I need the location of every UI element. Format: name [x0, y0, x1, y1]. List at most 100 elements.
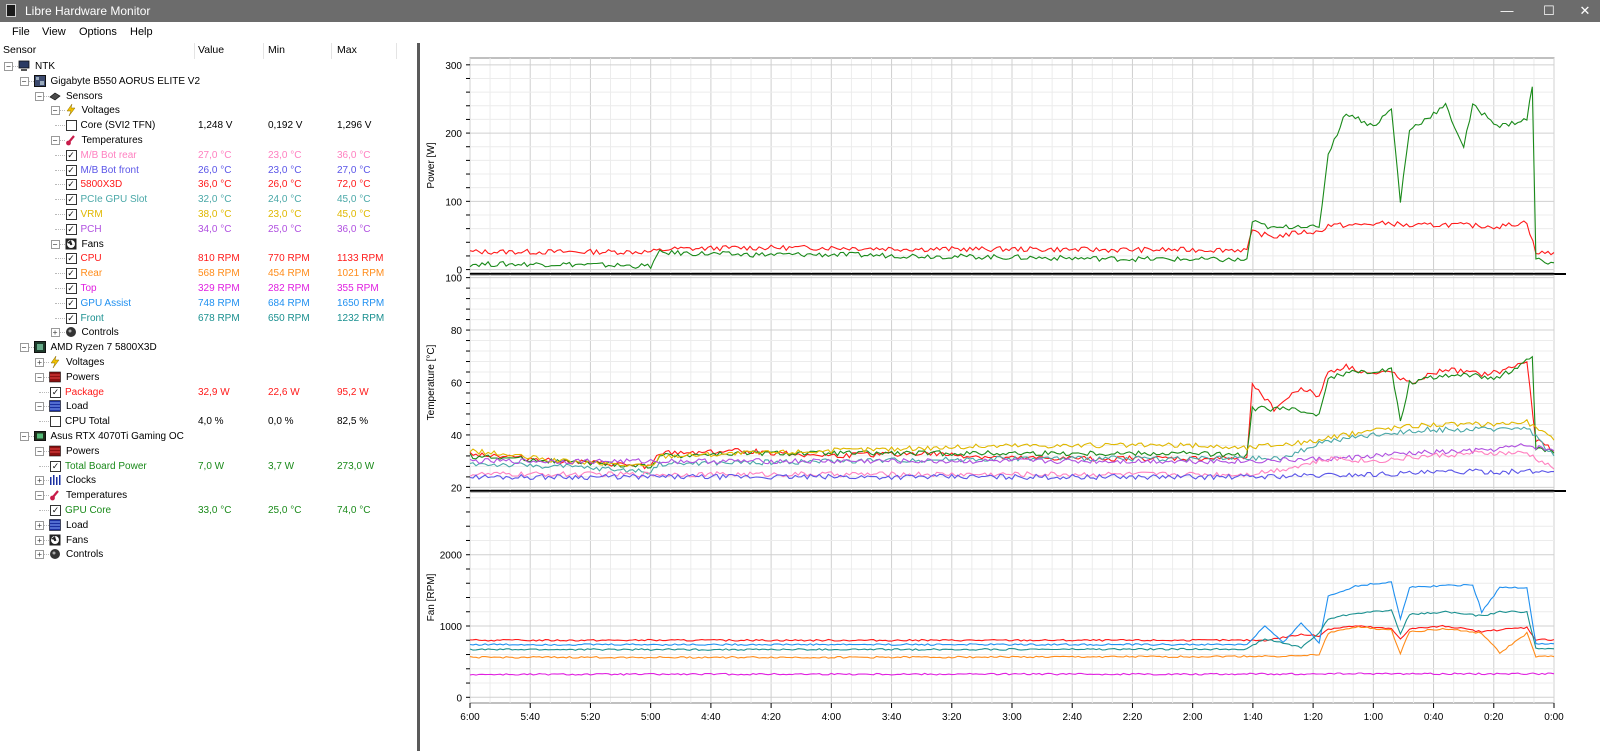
expand-icon[interactable]: + — [35, 535, 44, 545]
tree-row-cpu-device[interactable]: − AMD Ryzen 7 5800X3D — [0, 340, 416, 355]
plot-checkbox[interactable]: ✓ — [65, 209, 77, 220]
sensor-tree[interactable]: Sensor Value Min Max − NTK − Gigabyte B550 … — [0, 43, 416, 751]
plot-checkbox[interactable]: ✓ — [65, 164, 77, 176]
tree-row-cpu-package[interactable]: ✓ Package 32,9 W 22,6 W 95,2 W — [0, 385, 416, 400]
sensor-value: 33,0 °C — [198, 505, 232, 516]
tree-row-cpu-powers-group[interactable]: − Powers — [0, 370, 416, 385]
tree-row-pcie-gpu-slot[interactable]: ✓ PCIe GPU Slot 32,0 °C 24,0 °C 45,0 °C — [0, 192, 416, 207]
y-tick-label: 1000 — [440, 622, 463, 633]
collapse-icon[interactable]: − — [35, 372, 44, 382]
tree-row-voltages-group[interactable]: − Voltages — [0, 103, 416, 118]
collapse-icon[interactable]: − — [19, 343, 29, 353]
tree-row-motherboard[interactable]: − Gigabyte B550 AORUS ELITE V2 — [0, 74, 416, 89]
sensor-max: 45,0 °C — [337, 209, 371, 220]
tree-row-pch[interactable]: ✓ PCH 34,0 °C 25,0 °C 36,0 °C — [0, 222, 416, 237]
sensor-name: M/B Bot front — [80, 164, 139, 176]
plot-checkbox[interactable]: ✓ — [65, 283, 77, 294]
plot-checkbox[interactable]: ✓ — [50, 386, 61, 398]
menu-options[interactable]: Options — [79, 26, 117, 38]
tree-row-fan-gpu-assist[interactable]: ✓ GPU Assist 748 RPM 684 RPM 1650 RPM — [0, 296, 416, 311]
tree-row-gpu-clocks-group[interactable]: + Clocks — [0, 473, 416, 488]
collapse-icon[interactable]: − — [35, 402, 44, 412]
collapse-icon[interactable]: − — [50, 239, 60, 249]
tree-row-temp-5800x3d[interactable]: ✓ 5800X3D 36,0 °C 26,0 °C 72,0 °C — [0, 177, 416, 192]
expand-icon[interactable]: + — [50, 328, 60, 338]
expand-icon[interactable]: + — [35, 550, 44, 560]
plot-panel[interactable]: 0 100 200 300 Power [W] 20 40 60 80 100 Temperatur… — [420, 43, 1600, 751]
tree-row-gpu-load-group[interactable]: + Load — [0, 518, 416, 533]
x-tick-label: 0:20 — [1484, 712, 1504, 723]
sensor-value: 32,0 °C — [198, 194, 232, 206]
tree-row-mb-bot-rear[interactable]: ✓ M/B Bot rear 27,0 °C 23,0 °C 36,0 °C — [0, 148, 416, 163]
tree-row-gpu-controls-group[interactable]: + Controls — [0, 547, 416, 562]
collapse-icon[interactable]: − — [35, 91, 44, 101]
tree-row-cpu-load-group[interactable]: − Load — [0, 399, 416, 414]
tree-row-fan-top[interactable]: ✓ Top 329 RPM 282 RPM 355 RPM — [0, 281, 416, 296]
plot-checkbox[interactable]: ✓ — [65, 312, 77, 324]
plot-checkbox[interactable]: ✓ — [65, 194, 77, 206]
menu-help[interactable]: Help — [130, 26, 153, 38]
collapse-icon[interactable]: − — [35, 446, 44, 456]
plot-checkbox[interactable]: ✓ — [65, 179, 77, 191]
expand-icon[interactable]: + — [35, 520, 44, 530]
tree-row-gpu-device[interactable]: − Asus RTX 4070Ti Gaming OC — [0, 429, 416, 444]
y-axis-label: Temperature [°C] — [426, 344, 437, 420]
tree-row-gpu-total-board-power[interactable]: ✓ Total Board Power 7,0 W 3,7 W 273,0 W — [0, 459, 416, 474]
plot-checkbox[interactable] — [50, 416, 61, 428]
tree-row-computer-ntk[interactable]: − NTK — [0, 59, 416, 74]
tree-row-controls-group-mb[interactable]: + Controls — [0, 325, 416, 340]
column-header-value[interactable]: Value — [198, 44, 224, 58]
collapse-icon[interactable]: − — [35, 491, 44, 501]
collapse-icon[interactable]: − — [4, 62, 13, 71]
tree-row-sensors-group[interactable]: − Sensors — [0, 89, 416, 104]
plot-checkbox[interactable]: ✓ — [65, 297, 77, 309]
column-separator[interactable] — [396, 43, 397, 59]
column-separator[interactable] — [331, 43, 332, 59]
tree-row-gpu-temperatures-group[interactable]: − Temperatures — [0, 488, 416, 503]
column-header-sensor[interactable]: Sensor — [3, 44, 36, 58]
tree-row-fan-rear[interactable]: ✓ Rear 568 RPM 454 RPM 1021 RPM — [0, 266, 416, 281]
collapse-icon[interactable]: − — [19, 76, 29, 86]
tree-label: Fans — [81, 238, 104, 250]
column-separator[interactable] — [263, 43, 264, 59]
tree-row-fan-cpu[interactable]: ✓ CPU 810 RPM 770 RPM 1133 RPM — [0, 251, 416, 266]
tree-row-fan-front[interactable]: ✓ Front 678 RPM 650 RPM 1232 RPM — [0, 311, 416, 326]
column-separator[interactable] — [194, 43, 195, 59]
collapse-icon[interactable]: − — [50, 106, 60, 116]
collapse-icon[interactable]: − — [19, 432, 29, 441]
expand-icon[interactable]: + — [35, 358, 44, 367]
menu-view[interactable]: View — [42, 26, 66, 38]
tree-row-temperatures-group[interactable]: − Temperatures — [0, 133, 416, 148]
plot-checkbox[interactable] — [65, 120, 77, 132]
plot-checkbox[interactable]: ✓ — [65, 223, 77, 235]
sensor-name: PCIe GPU Slot — [80, 194, 148, 206]
y-tick-label: 300 — [445, 61, 462, 72]
plot-checkbox[interactable]: ✓ — [65, 149, 77, 161]
plot-checkbox[interactable]: ✓ — [65, 253, 77, 265]
sensor-min: 23,0 °C — [268, 149, 302, 161]
tree-row-gpu-fans-group[interactable]: + Fans — [0, 533, 416, 548]
menu-file[interactable]: File — [12, 26, 30, 38]
tree-row-cpu-voltages-group[interactable]: + Voltages — [0, 355, 416, 370]
plot-checkbox[interactable]: ✓ — [65, 268, 77, 280]
tree-row-gpu-powers-group[interactable]: − Powers — [0, 444, 416, 459]
column-header-max[interactable]: Max — [337, 44, 357, 58]
tree-row-core-svi2-tfn[interactable]: Core (SVI2 TFN) 1,248 V 0,192 V 1,296 V — [0, 118, 416, 133]
sensor-name: Top — [80, 283, 97, 294]
x-tick-label: 5:20 — [581, 712, 601, 723]
sensor-value: 678 RPM — [198, 312, 240, 324]
close-button[interactable]: ✕ — [1566, 0, 1600, 22]
expand-icon[interactable]: + — [35, 476, 44, 486]
tree-row-fans-group[interactable]: − Fans — [0, 237, 416, 252]
column-header-min[interactable]: Min — [268, 44, 285, 58]
tree-row-gpu-core-temp[interactable]: ✓ GPU Core 33,0 °C 25,0 °C 74,0 °C — [0, 503, 416, 518]
maximize-button[interactable]: ☐ — [1530, 0, 1568, 22]
minimize-button[interactable]: — — [1488, 0, 1526, 22]
collapse-icon[interactable]: − — [50, 136, 60, 145]
tree-row-vrm[interactable]: ✓ VRM 38,0 °C 23,0 °C 45,0 °C — [0, 207, 416, 222]
tree-row-mb-bot-front[interactable]: ✓ M/B Bot front 26,0 °C 23,0 °C 27,0 °C — [0, 163, 416, 178]
tree-row-cpu-total[interactable]: CPU Total 4,0 % 0,0 % 82,5 % — [0, 414, 416, 429]
plot-checkbox[interactable]: ✓ — [50, 505, 61, 516]
y-axis-label: Power [W] — [426, 142, 437, 188]
plot-checkbox[interactable]: ✓ — [50, 460, 61, 472]
